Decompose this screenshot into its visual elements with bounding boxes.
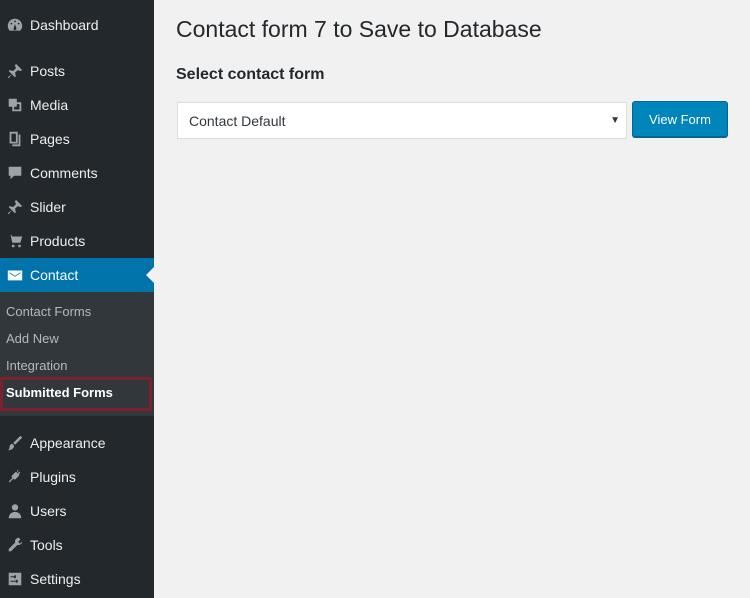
plug-icon xyxy=(0,460,30,494)
menu-label-posts: Posts xyxy=(30,63,66,79)
menu-label-users: Users xyxy=(30,503,67,519)
menu-item-pages[interactable]: Pages xyxy=(0,122,154,156)
mail-icon xyxy=(0,258,30,292)
menu-item-plugins[interactable]: Plugins xyxy=(0,460,154,494)
menu-item-users[interactable]: Users xyxy=(0,494,154,528)
menu-item-appearance[interactable]: Appearance xyxy=(0,426,154,460)
brush-icon xyxy=(0,426,30,460)
pin-icon xyxy=(0,54,30,88)
submenu-item-add-new[interactable]: Add New xyxy=(6,331,59,346)
select-value: Contact Default xyxy=(189,112,286,129)
menu-label-slider: Slider xyxy=(30,199,66,215)
cart-icon xyxy=(0,224,30,258)
media-icon xyxy=(0,88,30,122)
menu-label-products: Products xyxy=(30,233,86,249)
section-title: Select contact form xyxy=(176,66,325,83)
dashboard-icon xyxy=(0,8,30,42)
submenu-item-integration[interactable]: Integration xyxy=(6,358,67,373)
user-icon xyxy=(0,494,30,528)
menu-item-tools[interactable]: Tools xyxy=(0,528,154,562)
comment-icon xyxy=(0,156,30,190)
dropdown-arrow-icon: ▼ xyxy=(610,115,620,126)
menu-item-media[interactable]: Media xyxy=(0,88,154,122)
menu-label-media: Media xyxy=(30,97,69,113)
menu-item-dashboard[interactable]: Dashboard xyxy=(0,8,154,42)
menu-item-slider[interactable]: Slider xyxy=(0,190,154,224)
contact-form-select[interactable]: Contact Default ▼ xyxy=(177,102,627,139)
menu-item-contact[interactable]: Contact xyxy=(0,258,154,292)
menu-label-contact: Contact xyxy=(30,267,79,283)
menu-item-comments[interactable]: Comments xyxy=(0,156,154,190)
pages-icon xyxy=(0,122,30,156)
menu-label-comments: Comments xyxy=(30,165,98,181)
admin-sidebar: Dashboard Posts Media Pages Comments Sli… xyxy=(0,0,154,598)
active-indicator xyxy=(146,267,154,283)
menu-label-settings: Settings xyxy=(30,571,81,587)
menu-label-pages: Pages xyxy=(30,131,70,147)
menu-item-posts[interactable]: Posts xyxy=(0,54,154,88)
menu-label-plugins: Plugins xyxy=(30,469,76,485)
pin-icon xyxy=(0,190,30,224)
view-form-button[interactable]: View Form xyxy=(632,101,728,137)
menu-item-products[interactable]: Products xyxy=(0,224,154,258)
menu-label-tools: Tools xyxy=(30,537,63,553)
highlight-box xyxy=(0,377,152,411)
settings-icon xyxy=(0,562,30,596)
menu-item-settings[interactable]: Settings xyxy=(0,562,154,596)
menu-label-dashboard: Dashboard xyxy=(30,17,99,33)
page-title: Contact form 7 to Save to Database xyxy=(176,16,542,42)
submenu-item-contact-forms[interactable]: Contact Forms xyxy=(6,304,91,319)
menu-label-appearance: Appearance xyxy=(30,435,106,451)
wrench-icon xyxy=(0,528,30,562)
